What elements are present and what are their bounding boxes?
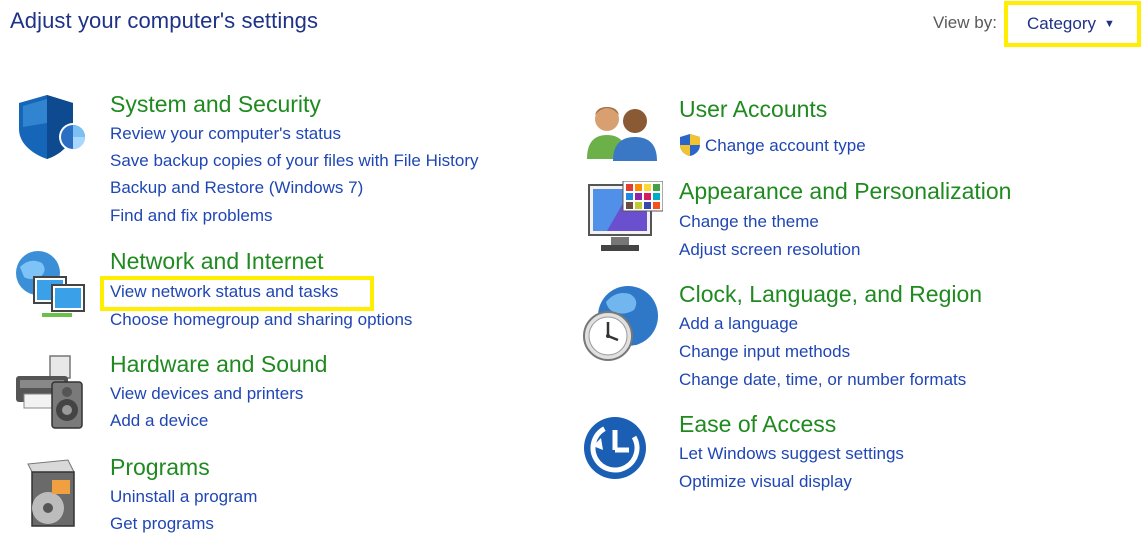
shield-icon[interactable] bbox=[15, 93, 89, 159]
view-by-label: View by: bbox=[933, 13, 997, 32]
link-fix-problems[interactable]: Find and fix problems bbox=[110, 206, 273, 226]
category-title-system-security[interactable]: System and Security bbox=[110, 91, 321, 118]
printer-speaker-icon[interactable] bbox=[12, 352, 92, 432]
link-change-account-type[interactable]: Change account type bbox=[705, 136, 866, 156]
users-icon[interactable] bbox=[585, 101, 659, 163]
category-title-network-internet[interactable]: Network and Internet bbox=[110, 248, 324, 275]
network-globe-icon[interactable] bbox=[12, 247, 92, 327]
link-get-programs[interactable]: Get programs bbox=[110, 514, 214, 534]
page-title: Adjust your computer's settings bbox=[10, 8, 319, 33]
ease-of-access-icon[interactable] bbox=[583, 416, 647, 480]
clock-globe-icon[interactable] bbox=[580, 284, 660, 362]
link-input-methods[interactable]: Change input methods bbox=[679, 342, 850, 362]
view-by-value: Category bbox=[1027, 14, 1096, 33]
link-windows-suggest[interactable]: Let Windows suggest settings bbox=[679, 444, 904, 464]
category-title-hardware-sound[interactable]: Hardware and Sound bbox=[110, 351, 327, 378]
link-file-history[interactable]: Save backup copies of your files with Fi… bbox=[110, 151, 479, 171]
programs-disc-icon[interactable] bbox=[22, 458, 82, 530]
chevron-down-icon: ▼ bbox=[1103, 18, 1115, 30]
link-change-theme[interactable]: Change the theme bbox=[679, 212, 819, 232]
link-homegroup-sharing[interactable]: Choose homegroup and sharing options bbox=[110, 310, 412, 330]
link-devices-printers[interactable]: View devices and printers bbox=[110, 384, 303, 404]
link-uninstall-program[interactable]: Uninstall a program bbox=[110, 487, 257, 507]
link-view-network-status[interactable]: View network status and tasks bbox=[110, 282, 338, 302]
link-date-time-formats[interactable]: Change date, time, or number formats bbox=[679, 370, 966, 390]
category-title-clock-language-region[interactable]: Clock, Language, and Region bbox=[679, 281, 982, 308]
view-by-dropdown[interactable]: Category ▼ bbox=[1004, 1, 1141, 47]
link-review-status[interactable]: Review your computer's status bbox=[110, 124, 341, 144]
link-add-device[interactable]: Add a device bbox=[110, 411, 208, 431]
category-title-user-accounts[interactable]: User Accounts bbox=[679, 96, 827, 123]
category-title-programs[interactable]: Programs bbox=[110, 454, 210, 481]
category-title-ease-of-access[interactable]: Ease of Access bbox=[679, 411, 836, 438]
uac-shield-icon bbox=[680, 134, 700, 156]
category-title-appearance[interactable]: Appearance and Personalization bbox=[679, 178, 1011, 205]
monitor-palette-icon[interactable] bbox=[587, 181, 663, 257]
link-screen-resolution[interactable]: Adjust screen resolution bbox=[679, 240, 860, 260]
link-optimize-visual[interactable]: Optimize visual display bbox=[679, 472, 852, 492]
link-backup-restore[interactable]: Backup and Restore (Windows 7) bbox=[110, 178, 363, 198]
link-add-language[interactable]: Add a language bbox=[679, 314, 798, 334]
